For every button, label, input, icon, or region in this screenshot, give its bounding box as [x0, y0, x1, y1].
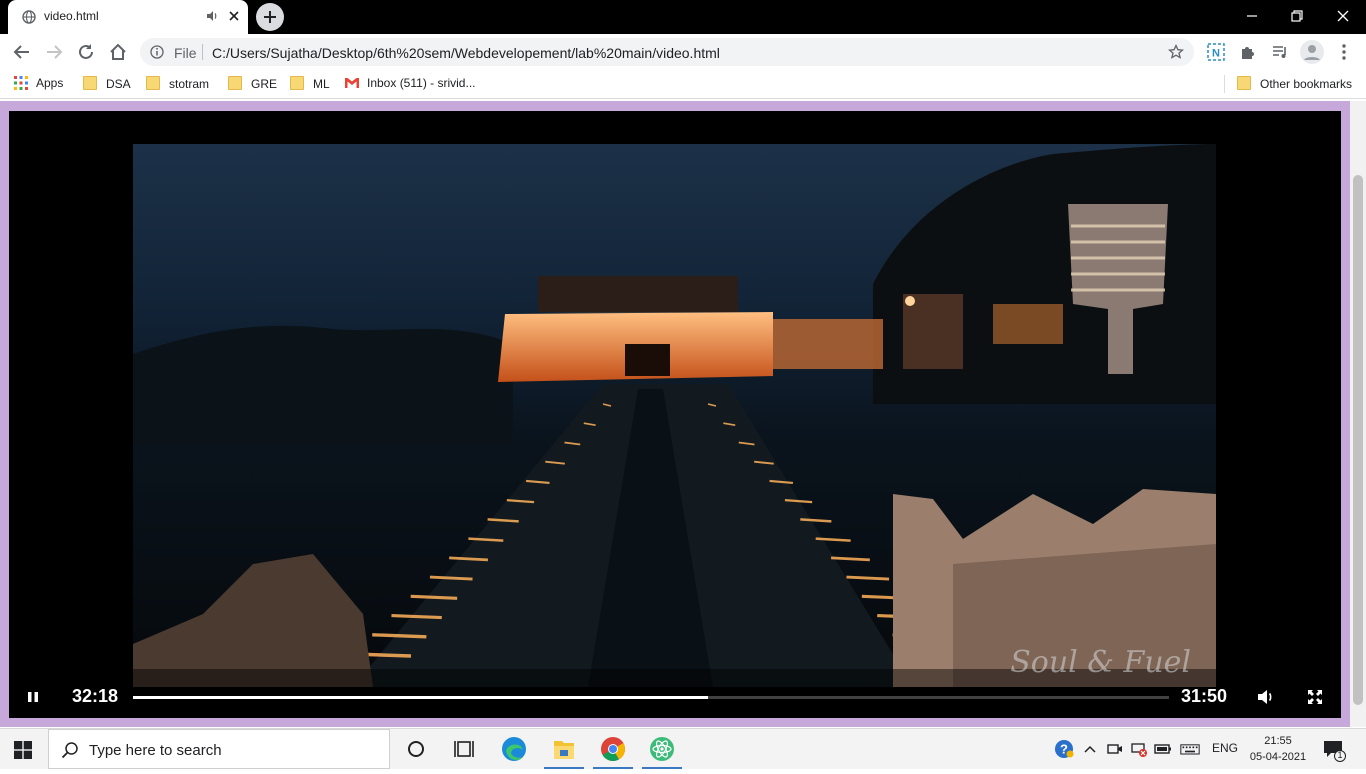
network-icon[interactable] [1129, 739, 1149, 759]
video-scene: Soul & Fuel [133, 144, 1216, 687]
tab-title: video.html [44, 9, 99, 23]
taskbar-search[interactable]: Type here to search [48, 729, 390, 769]
avatar[interactable] [1300, 40, 1324, 64]
window-close-icon[interactable] [1333, 6, 1353, 26]
chrome-app[interactable] [589, 729, 637, 769]
bookmark-folder[interactable]: DSA [83, 76, 131, 92]
cortana-icon [408, 741, 424, 757]
close-icon[interactable] [227, 9, 241, 23]
search-icon [61, 742, 78, 759]
language-indicator[interactable]: ENG [1212, 741, 1238, 755]
minimize-icon[interactable] [1242, 6, 1262, 26]
profile-icon [1304, 45, 1320, 60]
tab-video[interactable]: video.html [8, 0, 248, 34]
task-view-icon [454, 741, 474, 757]
video-player[interactable]: Soul & Fuel 32:18 31:50 [9, 111, 1341, 718]
browser-toolbar: File C:/Users/Sujatha/Desktop/6th%20sem/… [0, 34, 1366, 70]
folder-explorer-icon [554, 741, 574, 759]
clock-time: 21:55 [1264, 735, 1292, 747]
keyboard-icon[interactable] [1180, 739, 1200, 759]
clock-date: 05-04-2021 [1249, 751, 1307, 763]
seek-progress [133, 696, 708, 699]
bookmarks-divider [1224, 75, 1225, 93]
bookmark-other[interactable]: Other bookmarks [1237, 76, 1352, 92]
folder-icon [228, 76, 242, 90]
page-scrollbar[interactable] [1350, 101, 1366, 727]
video-frame[interactable]: Soul & Fuel [133, 144, 1216, 687]
globe-icon [22, 10, 36, 24]
folder-icon [83, 76, 97, 90]
reload-icon[interactable] [75, 41, 97, 63]
folder-icon [290, 76, 304, 90]
new-tab-button[interactable] [256, 3, 284, 31]
atom-icon [650, 737, 674, 761]
bookmark-label: DSA [106, 77, 131, 91]
bookmarks-bar: Apps DSA stotram GRE ML Inbox (511) - sr… [0, 70, 1366, 99]
bookmark-folder[interactable]: ML [290, 76, 330, 92]
edge-app[interactable] [490, 729, 538, 769]
speaker-icon[interactable] [205, 9, 219, 23]
bookmark-label: Inbox (511) - srivid... [367, 76, 476, 90]
file-explorer-app[interactable] [540, 729, 588, 769]
address-separator [202, 44, 203, 60]
pause-icon[interactable] [26, 690, 40, 704]
bookmark-gmail[interactable]: Inbox (511) - srivid... [345, 76, 475, 92]
folder-icon [1237, 76, 1251, 90]
current-time: 32:18 [72, 686, 119, 706]
taskbar-clock[interactable]: 21:55 05-04-2021 [1249, 733, 1307, 765]
home-icon[interactable] [107, 41, 129, 63]
url-text[interactable]: C:/Users/Sujatha/Desktop/6th%20sem/Webde… [212, 45, 720, 61]
chrome-icon [601, 737, 625, 762]
bookmark-label: ML [313, 77, 330, 91]
cortana-button[interactable] [392, 729, 440, 769]
meet-now-icon[interactable] [1105, 739, 1125, 759]
windows-start-icon[interactable] [14, 741, 32, 759]
battery-icon[interactable] [1153, 739, 1173, 759]
star-icon[interactable] [1168, 44, 1184, 60]
fullscreen-icon[interactable] [1307, 689, 1323, 705]
atom-app[interactable] [638, 729, 686, 769]
extension-n-icon[interactable]: N [1206, 42, 1226, 62]
bookmark-apps[interactable]: Apps [14, 76, 63, 92]
task-view-button[interactable] [440, 729, 488, 769]
bookmark-label: GRE [251, 77, 278, 91]
seek-bar[interactable] [133, 696, 1169, 699]
video-watermark: Soul & Fuel [1010, 645, 1191, 680]
volume-icon[interactable] [1257, 689, 1275, 705]
media-control-icon[interactable] [1270, 42, 1290, 62]
menu-dots-icon[interactable] [1334, 42, 1354, 62]
video-controls: 32:18 31:50 [9, 678, 1341, 718]
forward-icon[interactable] [43, 41, 65, 63]
back-icon[interactable] [11, 41, 33, 63]
apps-grid-icon [14, 76, 28, 90]
scrollbar-thumb[interactable] [1353, 175, 1363, 705]
notification-count: 1 [1337, 750, 1343, 760]
taskbar: Type here to search ? ENG 21:55 05-04-20… [0, 728, 1366, 769]
bookmark-label: Apps [36, 76, 64, 90]
edge-icon [502, 737, 526, 761]
gmail-icon [345, 78, 359, 88]
plus-icon [264, 11, 276, 23]
chevron-up-icon[interactable] [1080, 739, 1100, 759]
info-icon[interactable] [150, 45, 164, 59]
bookmark-label: Other bookmarks [1260, 77, 1353, 91]
duration: 31:50 [1181, 686, 1228, 706]
address-bar[interactable]: File C:/Users/Sujatha/Desktop/6th%20sem/… [140, 38, 1194, 66]
svg-text:N: N [1212, 48, 1220, 60]
scheme-label: File [174, 45, 197, 61]
help-icon[interactable]: ? [1054, 739, 1074, 759]
folder-icon [146, 76, 160, 90]
browser-titlebar: video.html [0, 0, 1366, 34]
bookmark-folder[interactable]: GRE [228, 76, 277, 92]
bookmark-label: stotram [169, 77, 210, 91]
puzzle-icon[interactable] [1238, 42, 1258, 62]
restore-icon[interactable] [1287, 6, 1307, 26]
search-placeholder: Type here to search [89, 742, 222, 759]
notification-center[interactable]: 1 [1322, 738, 1346, 762]
bookmark-folder[interactable]: stotram [146, 76, 209, 92]
